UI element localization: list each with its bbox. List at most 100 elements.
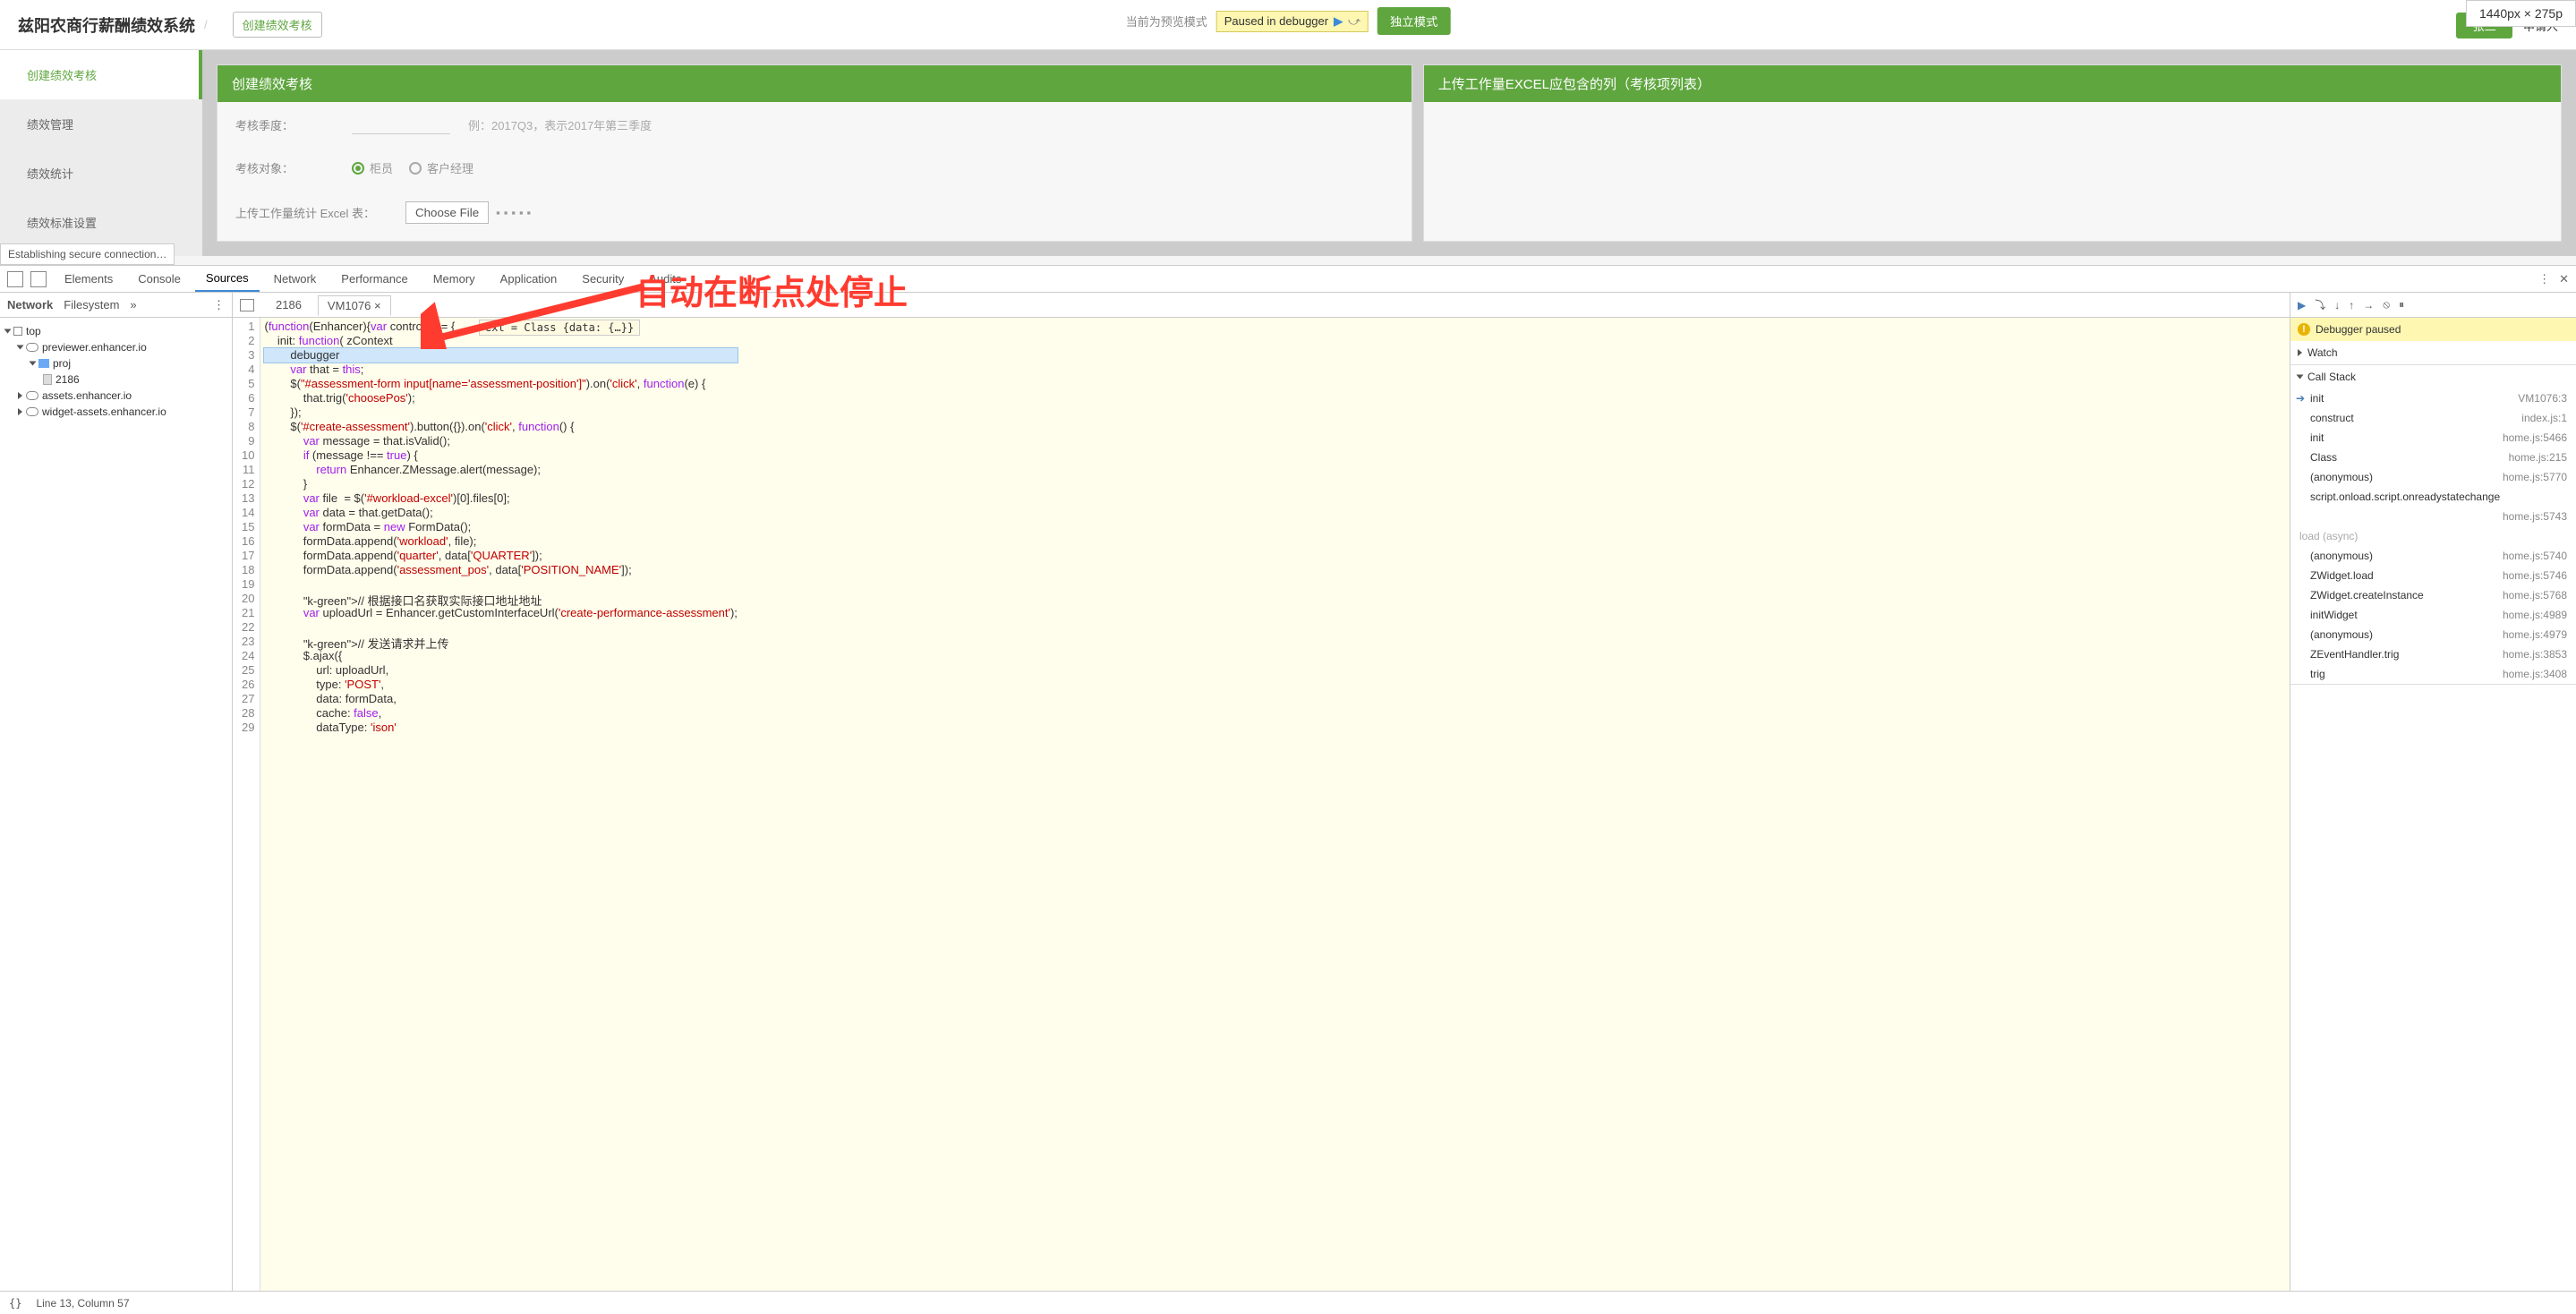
tab-elements[interactable]: Elements xyxy=(54,267,124,291)
more-icon[interactable]: ⋮ xyxy=(2538,272,2550,286)
sidebar-item-create[interactable]: 创建绩效考核 xyxy=(0,50,202,99)
stack-fn: construct xyxy=(2310,412,2354,424)
more-icon[interactable]: ⋮ xyxy=(213,298,225,312)
radio-teller[interactable]: 柜员 xyxy=(352,159,393,176)
subtab-filesystem[interactable]: Filesystem xyxy=(64,298,119,311)
stack-frame[interactable]: (anonymous)home.js:5770 xyxy=(2290,467,2576,487)
stack-loc: home.js:5740 xyxy=(2503,550,2567,562)
tab-memory[interactable]: Memory xyxy=(422,267,486,291)
stack-loc: home.js:5770 xyxy=(2503,471,2567,483)
stack-frame[interactable]: Classhome.js:215 xyxy=(2290,448,2576,467)
sources-editor: 2186 VM1076 × 12345678910111213141516171… xyxy=(233,293,2290,1291)
step-icon[interactable]: → xyxy=(2363,299,2374,311)
choose-file-button[interactable]: Choose File xyxy=(405,201,489,224)
file-btn-text: Choose File xyxy=(415,206,479,219)
tab-application[interactable]: Application xyxy=(490,267,568,291)
tree-host[interactable]: assets.enhancer.io xyxy=(5,388,226,404)
navigator-tabs: Network Filesystem » ⋮ xyxy=(0,293,232,318)
breadcrumb-button[interactable]: 创建绩效考核 xyxy=(233,12,322,38)
panel-title: 创建绩效考核 xyxy=(218,65,1412,102)
sources-navigator: Network Filesystem » ⋮ top previewer.enh… xyxy=(0,293,233,1291)
debugger-paused-pill: Paused in debugger ▶ ⤻ xyxy=(1216,11,1369,32)
radio-manager[interactable]: 客户经理 xyxy=(409,159,473,176)
pause-exception-icon[interactable]: ⏸ xyxy=(2399,298,2404,311)
file-tab[interactable]: 2186 xyxy=(267,295,311,314)
cursor-position: Line 13, Column 57 xyxy=(36,1297,129,1310)
stack-loc: home.js:215 xyxy=(2509,451,2567,464)
sidebar-item-standard[interactable]: 绩效标准设置 xyxy=(0,198,202,247)
tree-folder[interactable]: proj xyxy=(5,355,226,371)
cloud-icon xyxy=(26,391,38,400)
warn-icon: ! xyxy=(2298,323,2310,336)
stack-frame[interactable]: inithome.js:5466 xyxy=(2290,428,2576,448)
tab-console[interactable]: Console xyxy=(127,267,192,291)
tree-host[interactable]: previewer.enhancer.io xyxy=(5,339,226,355)
device-icon[interactable] xyxy=(30,271,47,287)
subtab-network[interactable]: Network xyxy=(7,298,53,311)
devtools-overflow: ⋮ ✕ xyxy=(2538,272,2569,286)
tree-host[interactable]: widget-assets.enhancer.io xyxy=(5,404,226,420)
tab-audits[interactable]: Audits xyxy=(638,267,692,291)
stack-frame[interactable]: home.js:5743 xyxy=(2290,507,2576,526)
tab-sources[interactable]: Sources xyxy=(195,266,260,292)
nav-toggle-icon[interactable] xyxy=(240,299,254,311)
stack-frame[interactable]: initWidgethome.js:4989 xyxy=(2290,605,2576,625)
row-quarter: 考核季度： 例：2017Q3，表示2017年第三季度 xyxy=(218,102,1412,147)
step-into-icon[interactable]: ↓ xyxy=(2334,299,2340,311)
code-area[interactable]: 1234567891011121314151617181920212223242… xyxy=(233,318,2290,1291)
editor-tabs: 2186 VM1076 × xyxy=(233,293,2290,318)
stack-frame[interactable]: script.onload.script.onreadystatechange xyxy=(2290,487,2576,507)
inspect-icon[interactable] xyxy=(7,271,23,287)
file-tab-active[interactable]: VM1076 × xyxy=(318,295,391,316)
stack-frame[interactable]: initVM1076:3 xyxy=(2290,388,2576,408)
stack-frame[interactable]: (anonymous)home.js:5740 xyxy=(2290,546,2576,566)
stack-frame[interactable]: trighome.js:3408 xyxy=(2290,664,2576,684)
stack-frame[interactable]: ZWidget.loadhome.js:5746 xyxy=(2290,566,2576,585)
tree-label: assets.enhancer.io xyxy=(42,389,132,402)
tree-file[interactable]: 2186 xyxy=(5,371,226,388)
step-over-icon[interactable]: ⤻ xyxy=(1348,14,1361,29)
disclosure-icon xyxy=(30,362,37,366)
tab-network[interactable]: Network xyxy=(263,267,328,291)
section-callstack: Call Stack initVM1076:3constructindex.js… xyxy=(2290,365,2576,685)
paused-label: Debugger paused xyxy=(2316,323,2401,336)
row-target: 考核对象： 柜员 客户经理 xyxy=(218,147,1412,189)
sidebar-item-stats[interactable]: 绩效统计 xyxy=(0,149,202,198)
app-body: 创建绩效考核 绩效管理 绩效统计 绩效标准设置 存款计酬标准 创建绩效考核 考核… xyxy=(0,50,2576,256)
async-separator: load (async) xyxy=(2290,526,2576,546)
stack-frame[interactable]: (anonymous)home.js:4979 xyxy=(2290,625,2576,644)
sidebar-item-manage[interactable]: 绩效管理 xyxy=(0,99,202,149)
tree-top[interactable]: top xyxy=(5,323,226,339)
step-out-icon[interactable]: ↑ xyxy=(2349,299,2354,311)
code-content: (function(Enhancer){var controller = { i… xyxy=(260,318,740,1291)
close-devtools-icon[interactable]: ✕ xyxy=(2559,272,2569,286)
debugger-paused-bar: ! Debugger paused xyxy=(2290,318,2576,341)
stack-fn: ZEventHandler.trig xyxy=(2310,648,2399,661)
stack-loc: home.js:3408 xyxy=(2503,668,2567,680)
radio-dot-icon xyxy=(409,162,422,175)
stack-frame[interactable]: ZWidget.createInstancehome.js:5768 xyxy=(2290,585,2576,605)
resume-icon[interactable]: ▶ xyxy=(2298,299,2306,311)
tree-label: 2186 xyxy=(55,373,80,386)
tab-performance[interactable]: Performance xyxy=(330,267,418,291)
quarter-input[interactable] xyxy=(352,115,450,134)
step-over-icon[interactable]: ⤵ xyxy=(2315,297,2325,312)
disclosure-icon xyxy=(17,346,24,350)
section-watch[interactable]: Watch xyxy=(2290,341,2576,365)
stack-frame[interactable]: construct index.js:1 xyxy=(2290,408,2576,428)
debugger-pane: ▶ ⤵ ↓ ↑ → ⦸ ⏸ ! Debugger paused Watch Ca… xyxy=(2290,293,2576,1291)
file-tree: top previewer.enhancer.io proj 2186 asse… xyxy=(0,318,232,425)
tab-security[interactable]: Security xyxy=(571,267,635,291)
sidebar-item-label: 创建绩效考核 xyxy=(27,69,97,82)
standalone-mode-button[interactable]: 独立模式 xyxy=(1378,7,1450,35)
more-icon[interactable]: » xyxy=(130,298,136,311)
call-stack-list: (anonymous)home.js:5740ZWidget.loadhome.… xyxy=(2290,546,2576,684)
pretty-print-icon[interactable]: {} xyxy=(9,1297,21,1310)
resume-icon[interactable]: ▶ xyxy=(1334,14,1343,29)
stack-frame[interactable]: ZEventHandler.trighome.js:3853 xyxy=(2290,644,2576,664)
label-upload: 上传工作量统计 Excel 表： xyxy=(235,204,405,221)
deactivate-bp-icon[interactable]: ⦸ xyxy=(2383,298,2390,311)
debugger-toolbar: ▶ ⤵ ↓ ↑ → ⦸ ⏸ xyxy=(2290,293,2576,318)
stack-fn: init xyxy=(2310,392,2324,405)
stack-loc: index.js:1 xyxy=(2521,412,2567,424)
